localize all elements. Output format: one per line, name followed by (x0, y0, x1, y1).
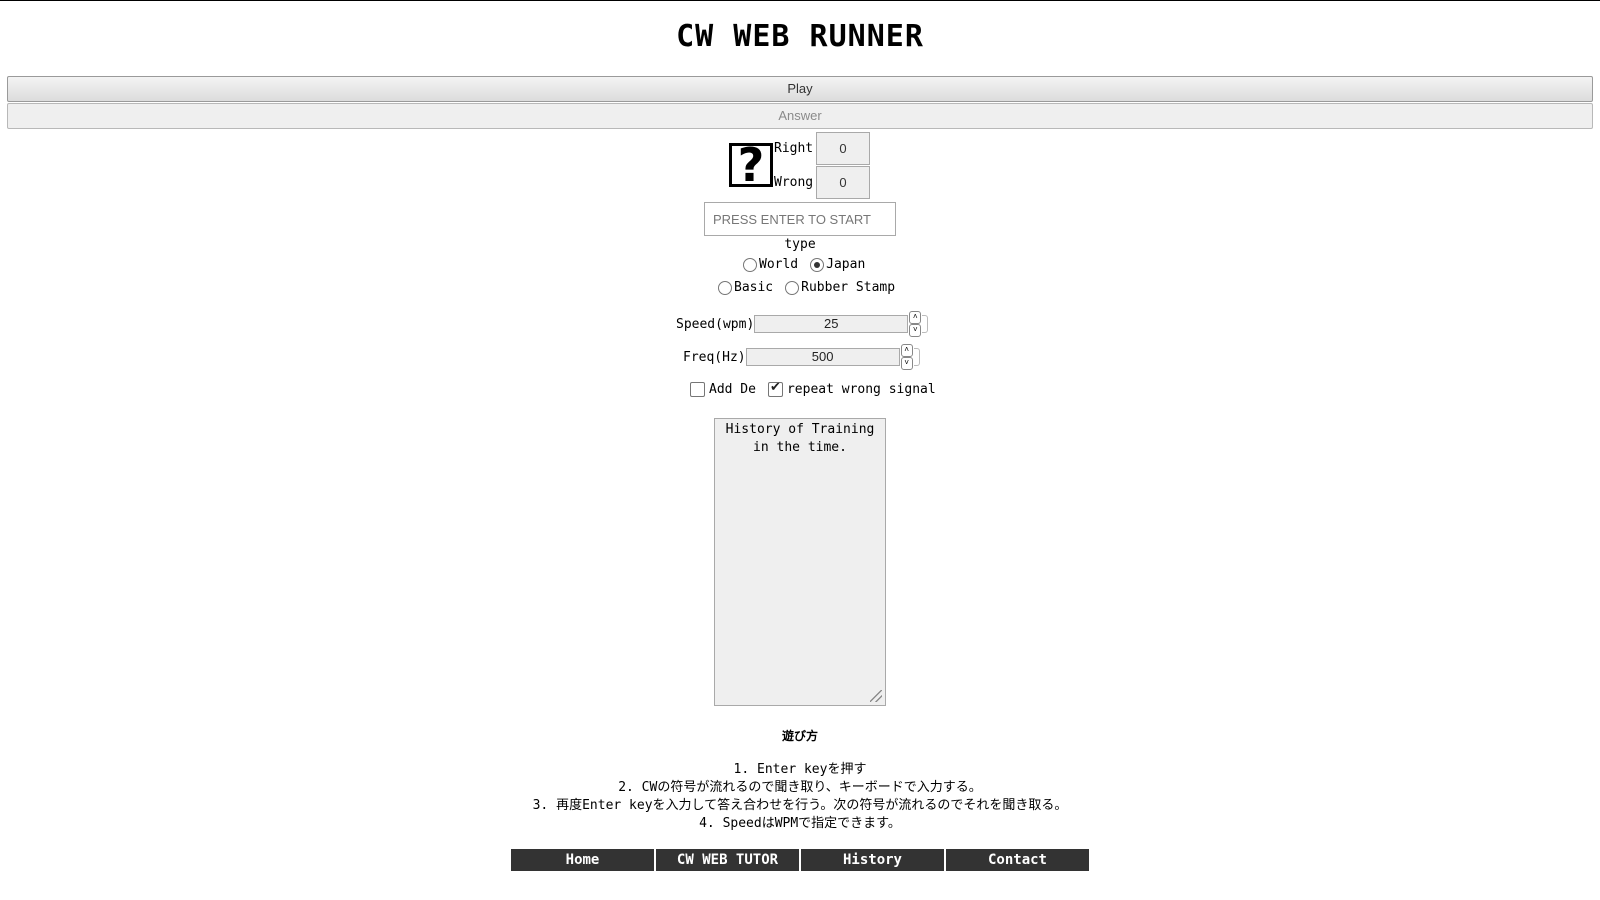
region-radio-group: World Japan (743, 257, 865, 272)
speed-input[interactable]: 25 (754, 315, 909, 333)
radio-japan[interactable] (810, 257, 825, 272)
answer-input[interactable] (704, 202, 896, 236)
radio-basic[interactable] (718, 280, 732, 295)
options-row: Add De repeat wrong signal (690, 380, 936, 397)
chevron-up-icon[interactable]: ˄ (909, 311, 922, 324)
freq-input[interactable]: 500 (745, 348, 900, 366)
freq-spinner[interactable]: ˄ ˅ (900, 344, 914, 370)
chevron-down-icon[interactable]: ˅ (909, 324, 922, 337)
howto-step: 3. 再度Enter keyを入力して答え合わせを行う。次の符号が流れるのでそれ… (532, 798, 1068, 813)
speed-row: Speed(wpm) 25 ˄ ˅ (676, 311, 929, 337)
speed-label: Speed(wpm) (676, 316, 755, 332)
mode-radio-group: Basic Rubber Stamp (718, 280, 895, 295)
play-button[interactable]: Play (7, 76, 1593, 102)
repeat-wrong-label: repeat wrong signal (786, 382, 936, 397)
chevron-down-icon[interactable]: ˅ (900, 357, 913, 370)
repeat-wrong-checkbox[interactable] (767, 380, 783, 397)
nav-home[interactable]: Home (511, 849, 654, 871)
radio-world-label: World (759, 257, 799, 272)
nav-contact[interactable]: Contact (946, 849, 1089, 871)
chevron-up-icon[interactable]: ˄ (900, 344, 913, 357)
type-label: type (784, 237, 816, 252)
nav-cw-web-tutor[interactable]: CW WEB TUTOR (656, 849, 799, 871)
freq-row: Freq(Hz) 500 ˄ ˅ (683, 344, 920, 370)
radio-world[interactable] (743, 257, 757, 272)
radio-japan-label: Japan (826, 257, 866, 272)
right-count-field: 0 (816, 132, 870, 165)
footer-nav: Home CW WEB TUTOR History Contact (511, 849, 1089, 871)
question-mark-display: ? (729, 142, 773, 188)
radio-basic-label: Basic (734, 280, 774, 295)
wrong-label: Wrong (774, 175, 814, 190)
nav-history[interactable]: History (801, 849, 944, 871)
howto-step: 4. SpeedはWPMで指定できます。 (699, 816, 901, 831)
history-textarea[interactable]: History of Training in the time. (714, 418, 886, 706)
speed-input-edge (922, 315, 929, 333)
howto-title: 遊び方 (781, 729, 818, 743)
add-de-checkbox[interactable] (690, 382, 705, 397)
page-title: CW WEB RUNNER (676, 19, 924, 54)
radio-rubber-stamp-label: Rubber Stamp (801, 280, 896, 295)
speed-spinner[interactable]: ˄ ˅ (908, 311, 922, 337)
wrong-count-field: 0 (816, 166, 870, 199)
freq-label: Freq(Hz) (683, 349, 746, 365)
add-de-label: Add De (709, 382, 756, 397)
freq-input-edge (913, 348, 920, 366)
howto-step: 1. Enter keyを押す (733, 762, 867, 777)
right-label: Right (774, 141, 814, 156)
howto-steps: 1. Enter keyを押す 2. CWの符号が流れるので聞き取り、キーボード… (0, 761, 1600, 833)
radio-rubber-stamp[interactable] (785, 280, 800, 295)
resize-grip-icon[interactable] (870, 690, 882, 702)
answer-button[interactable]: Answer (7, 103, 1593, 129)
howto-step: 2. CWの符号が流れるので聞き取り、キーボードで入力する。 (618, 780, 982, 795)
